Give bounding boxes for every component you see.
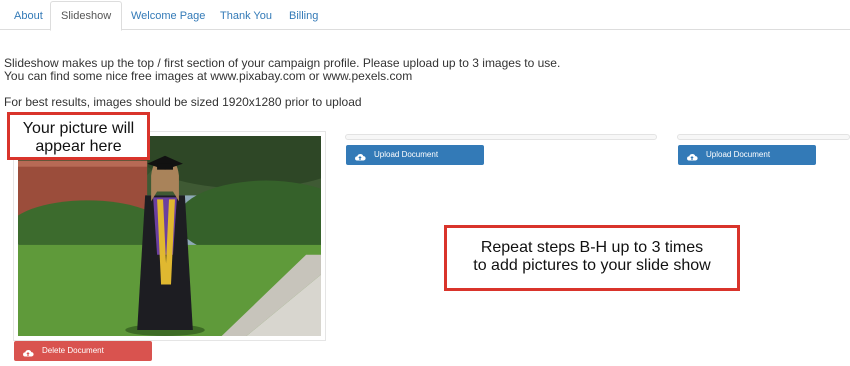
intro-line-3: For best results, images should be sized… <box>4 95 362 109</box>
repeat-callout-line-2: to add pictures to your slide show <box>473 257 711 274</box>
cloud-upload-icon <box>354 150 366 161</box>
upload-document-label-3: Upload Document <box>706 150 771 159</box>
repeat-callout-line-1: Repeat steps B-H up to 3 times <box>480 239 704 256</box>
repeat-steps-callout: Repeat steps B-H up to 3 times to add pi… <box>444 225 740 291</box>
slide-1-preview-image <box>13 131 326 341</box>
picture-callout-line-2: appear here <box>35 138 122 155</box>
delete-document-label: Delete Document <box>42 346 104 355</box>
delete-document-button[interactable]: Delete Document <box>14 341 152 361</box>
cloud-upload-icon <box>686 150 698 161</box>
upload-document-button-3[interactable]: Upload Document <box>678 145 816 165</box>
upload-document-button-2[interactable]: Upload Document <box>346 145 484 165</box>
upload-progress-2 <box>345 134 657 140</box>
upload-progress-3 <box>677 134 850 140</box>
picture-callout-line-1: Your picture will <box>22 120 135 137</box>
tab-slideshow[interactable]: Slideshow <box>50 1 123 31</box>
tab-welcome-page[interactable]: Welcome Page <box>121 2 215 30</box>
picture-appears-callout: Your picture will appear here <box>7 112 150 160</box>
intro-line-2: You can find some nice free images at ww… <box>4 69 413 83</box>
cloud-upload-icon <box>22 346 34 357</box>
tab-about[interactable]: About <box>4 2 53 30</box>
tab-thank-you[interactable]: Thank You <box>210 2 282 30</box>
graduate-photo <box>18 136 321 336</box>
tab-bar: About Slideshow Welcome Page Thank You B… <box>0 0 850 31</box>
upload-document-label-2: Upload Document <box>374 150 439 159</box>
tab-billing[interactable]: Billing <box>279 2 328 30</box>
